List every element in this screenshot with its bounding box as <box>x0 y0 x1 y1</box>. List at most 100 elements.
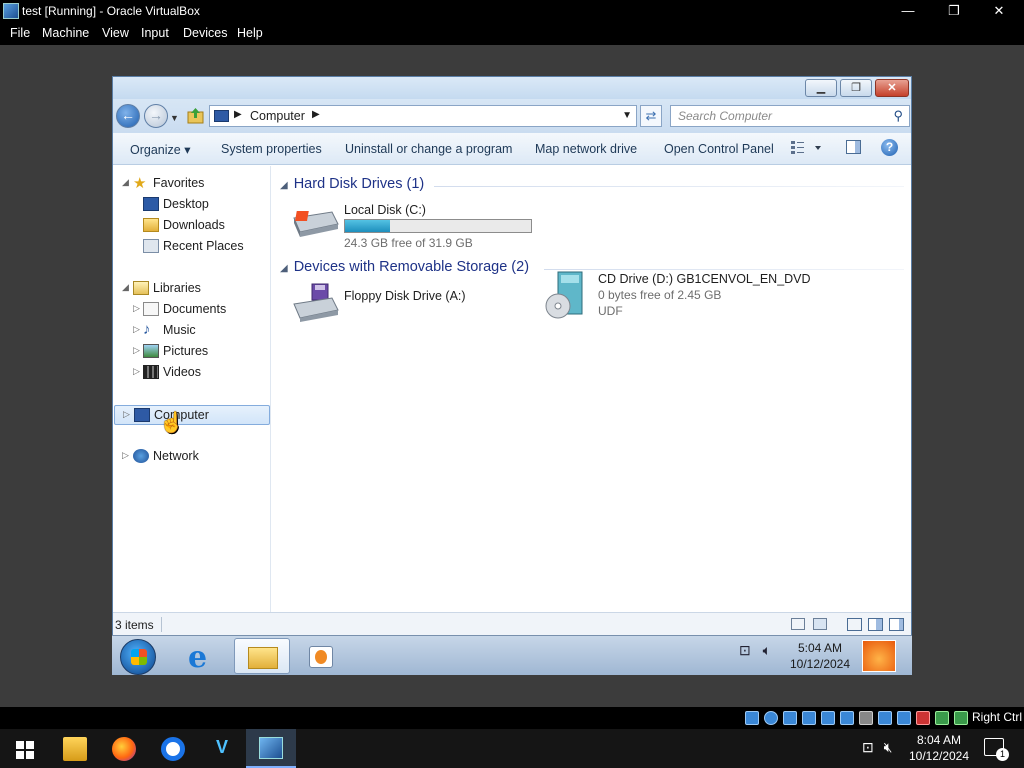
map-network-drive-button[interactable]: Map network drive <box>535 142 637 156</box>
close-button[interactable]: ✕ <box>976 0 1022 23</box>
menu-view[interactable]: View <box>102 26 129 40</box>
details-pane-icon[interactable] <box>889 618 904 631</box>
guest-system-tray: ⊡ 🔈︎ <box>739 642 771 659</box>
collapse-arrow-icon[interactable]: ▷ <box>133 366 140 377</box>
guest-clock[interactable]: 5:04 AM 10/12/2024 <box>782 640 858 672</box>
collapse-arrow-icon[interactable]: ▷ <box>133 303 140 314</box>
nav-pictures[interactable]: ▷ Pictures <box>113 342 269 362</box>
explorer-minimize-button[interactable]: ▁ <box>805 79 837 97</box>
shared-folders-status-icon[interactable] <box>859 711 873 725</box>
nav-videos[interactable]: ▷ Videos <box>113 363 269 383</box>
optical-drive-status-icon[interactable] <box>764 711 778 725</box>
audio-status-icon[interactable] <box>802 711 816 725</box>
address-dropdown-icon[interactable]: ▼ <box>622 110 632 121</box>
virtualization-status-icon[interactable] <box>916 711 930 725</box>
firefox-icon[interactable] <box>112 737 136 761</box>
nav-documents[interactable]: ▷ Documents <box>113 300 269 320</box>
group-removable-storage[interactable]: ◢ Devices with Removable Storage (2) <box>280 259 529 275</box>
expand-arrow-icon[interactable]: ◢ <box>122 177 129 188</box>
breadcrumb-computer[interactable]: Computer <box>250 109 305 123</box>
breadcrumb-chevron-icon[interactable]: ▶ <box>234 109 242 120</box>
downloads-folder-icon <box>143 218 159 232</box>
network-tray-icon[interactable]: ⊡ <box>739 642 751 658</box>
network-status-icon[interactable] <box>821 711 835 725</box>
internet-explorer-icon: e <box>188 640 208 675</box>
network-tray-icon[interactable]: ⊡ <box>862 739 874 755</box>
explorer-titlebar[interactable]: ▁ ❐ ✕ <box>113 77 911 99</box>
menu-devices[interactable]: Devices <box>183 26 227 40</box>
change-view-icon[interactable] <box>790 139 826 157</box>
large-icons-view-icon[interactable] <box>813 618 827 630</box>
nav-libraries[interactable]: ◢ Libraries <box>113 279 269 299</box>
details-view-icon[interactable] <box>791 618 805 630</box>
nav-desktop[interactable]: Desktop <box>113 195 269 215</box>
taskbar-media-player[interactable] <box>294 638 350 674</box>
collapse-arrow-icon[interactable]: ▷ <box>133 345 140 356</box>
nav-favorites[interactable]: ◢ ★ Favorites <box>113 174 269 194</box>
volume-tray-icon[interactable]: 🔈︎ <box>763 642 771 658</box>
breadcrumb-chevron-icon[interactable]: ▶ <box>312 109 320 120</box>
nav-network[interactable]: ▷ Network <box>113 447 269 467</box>
host-clock[interactable]: 8:04 AM 10/12/2024 <box>906 732 972 764</box>
group-collapse-icon[interactable]: ◢ <box>280 263 288 274</box>
notification-center-icon[interactable]: 1 <box>984 738 1009 761</box>
usb-status-icon[interactable] <box>840 711 854 725</box>
drive-a-name: Floppy Disk Drive (A:) <box>344 289 466 303</box>
forward-button[interactable]: → <box>144 104 168 128</box>
uninstall-program-button[interactable]: Uninstall or change a program <box>345 142 512 156</box>
minimize-button[interactable]: — <box>885 0 931 23</box>
taskbar-windows-explorer[interactable] <box>234 638 290 674</box>
nav-recent-places[interactable]: Recent Places <box>113 237 269 257</box>
menu-help[interactable]: Help <box>237 26 263 40</box>
menu-machine[interactable]: Machine <box>42 26 89 40</box>
preview-pane-icon[interactable] <box>846 140 861 154</box>
group-collapse-icon[interactable]: ◢ <box>280 180 288 191</box>
menu-file[interactable]: File <box>10 26 30 40</box>
chrome-icon[interactable] <box>161 737 185 761</box>
collapse-arrow-icon[interactable]: ▷ <box>122 450 129 461</box>
group-divider <box>434 186 904 187</box>
refresh-button[interactable]: ⇄ <box>640 105 662 127</box>
search-input[interactable]: Search Computer ⚲ <box>670 105 910 127</box>
guest-start-button[interactable] <box>120 639 156 675</box>
explorer-restore-button[interactable]: ❐ <box>840 79 872 97</box>
vscode-icon[interactable]: V <box>210 737 234 761</box>
nav-label: Libraries <box>153 281 201 295</box>
host-start-button[interactable] <box>16 741 34 759</box>
nav-computer[interactable]: ▷ Computer <box>114 405 270 425</box>
show-desktop-button[interactable] <box>862 640 896 672</box>
nav-downloads[interactable]: Downloads <box>113 216 269 236</box>
floppy-status-icon[interactable] <box>783 711 797 725</box>
explorer-close-button[interactable]: ✕ <box>875 79 909 97</box>
search-icon[interactable]: ⚲ <box>893 108 903 124</box>
nav-music[interactable]: ▷ ♪ Music <box>113 321 269 341</box>
group-hard-disk-drives[interactable]: ◢ Hard Disk Drives (1) <box>280 176 424 192</box>
up-folder-icon[interactable] <box>187 107 204 124</box>
recording-status-icon[interactable] <box>897 711 911 725</box>
back-button[interactable]: ← <box>116 104 140 128</box>
layout-view-icon[interactable] <box>847 618 862 631</box>
folder-icon <box>248 647 278 669</box>
group-divider <box>544 269 904 270</box>
preview-layout-icon[interactable] <box>868 618 883 631</box>
taskbar-internet-explorer[interactable]: e <box>174 638 230 675</box>
hard-disk-status-icon[interactable] <box>745 711 759 725</box>
hand-cursor-icon: ☝ <box>159 412 184 434</box>
maximize-button[interactable]: ❐ <box>931 0 977 23</box>
address-bar[interactable]: ▶ Computer ▶ ▼ <box>209 105 637 127</box>
menu-input[interactable]: Input <box>141 26 169 40</box>
volume-muted-tray-icon[interactable]: 🔇︎ <box>884 739 893 755</box>
collapse-arrow-icon[interactable]: ▷ <box>133 324 140 335</box>
system-properties-button[interactable]: System properties <box>221 142 322 156</box>
mouse-integration-status-icon[interactable] <box>935 711 949 725</box>
help-icon[interactable]: ? <box>881 139 898 156</box>
collapse-arrow-icon[interactable]: ▷ <box>123 409 130 420</box>
expand-arrow-icon[interactable]: ◢ <box>122 282 129 293</box>
display-status-icon[interactable] <box>878 711 892 725</box>
keyboard-capture-status-icon[interactable] <box>954 711 968 725</box>
open-control-panel-button[interactable]: Open Control Panel <box>664 142 774 156</box>
file-explorer-icon[interactable] <box>63 737 87 761</box>
taskbar-virtualbox-active[interactable] <box>246 729 296 768</box>
organize-button[interactable]: Organize ▾ <box>130 142 190 157</box>
recent-pages-chevron-icon[interactable]: ▼ <box>170 113 179 123</box>
